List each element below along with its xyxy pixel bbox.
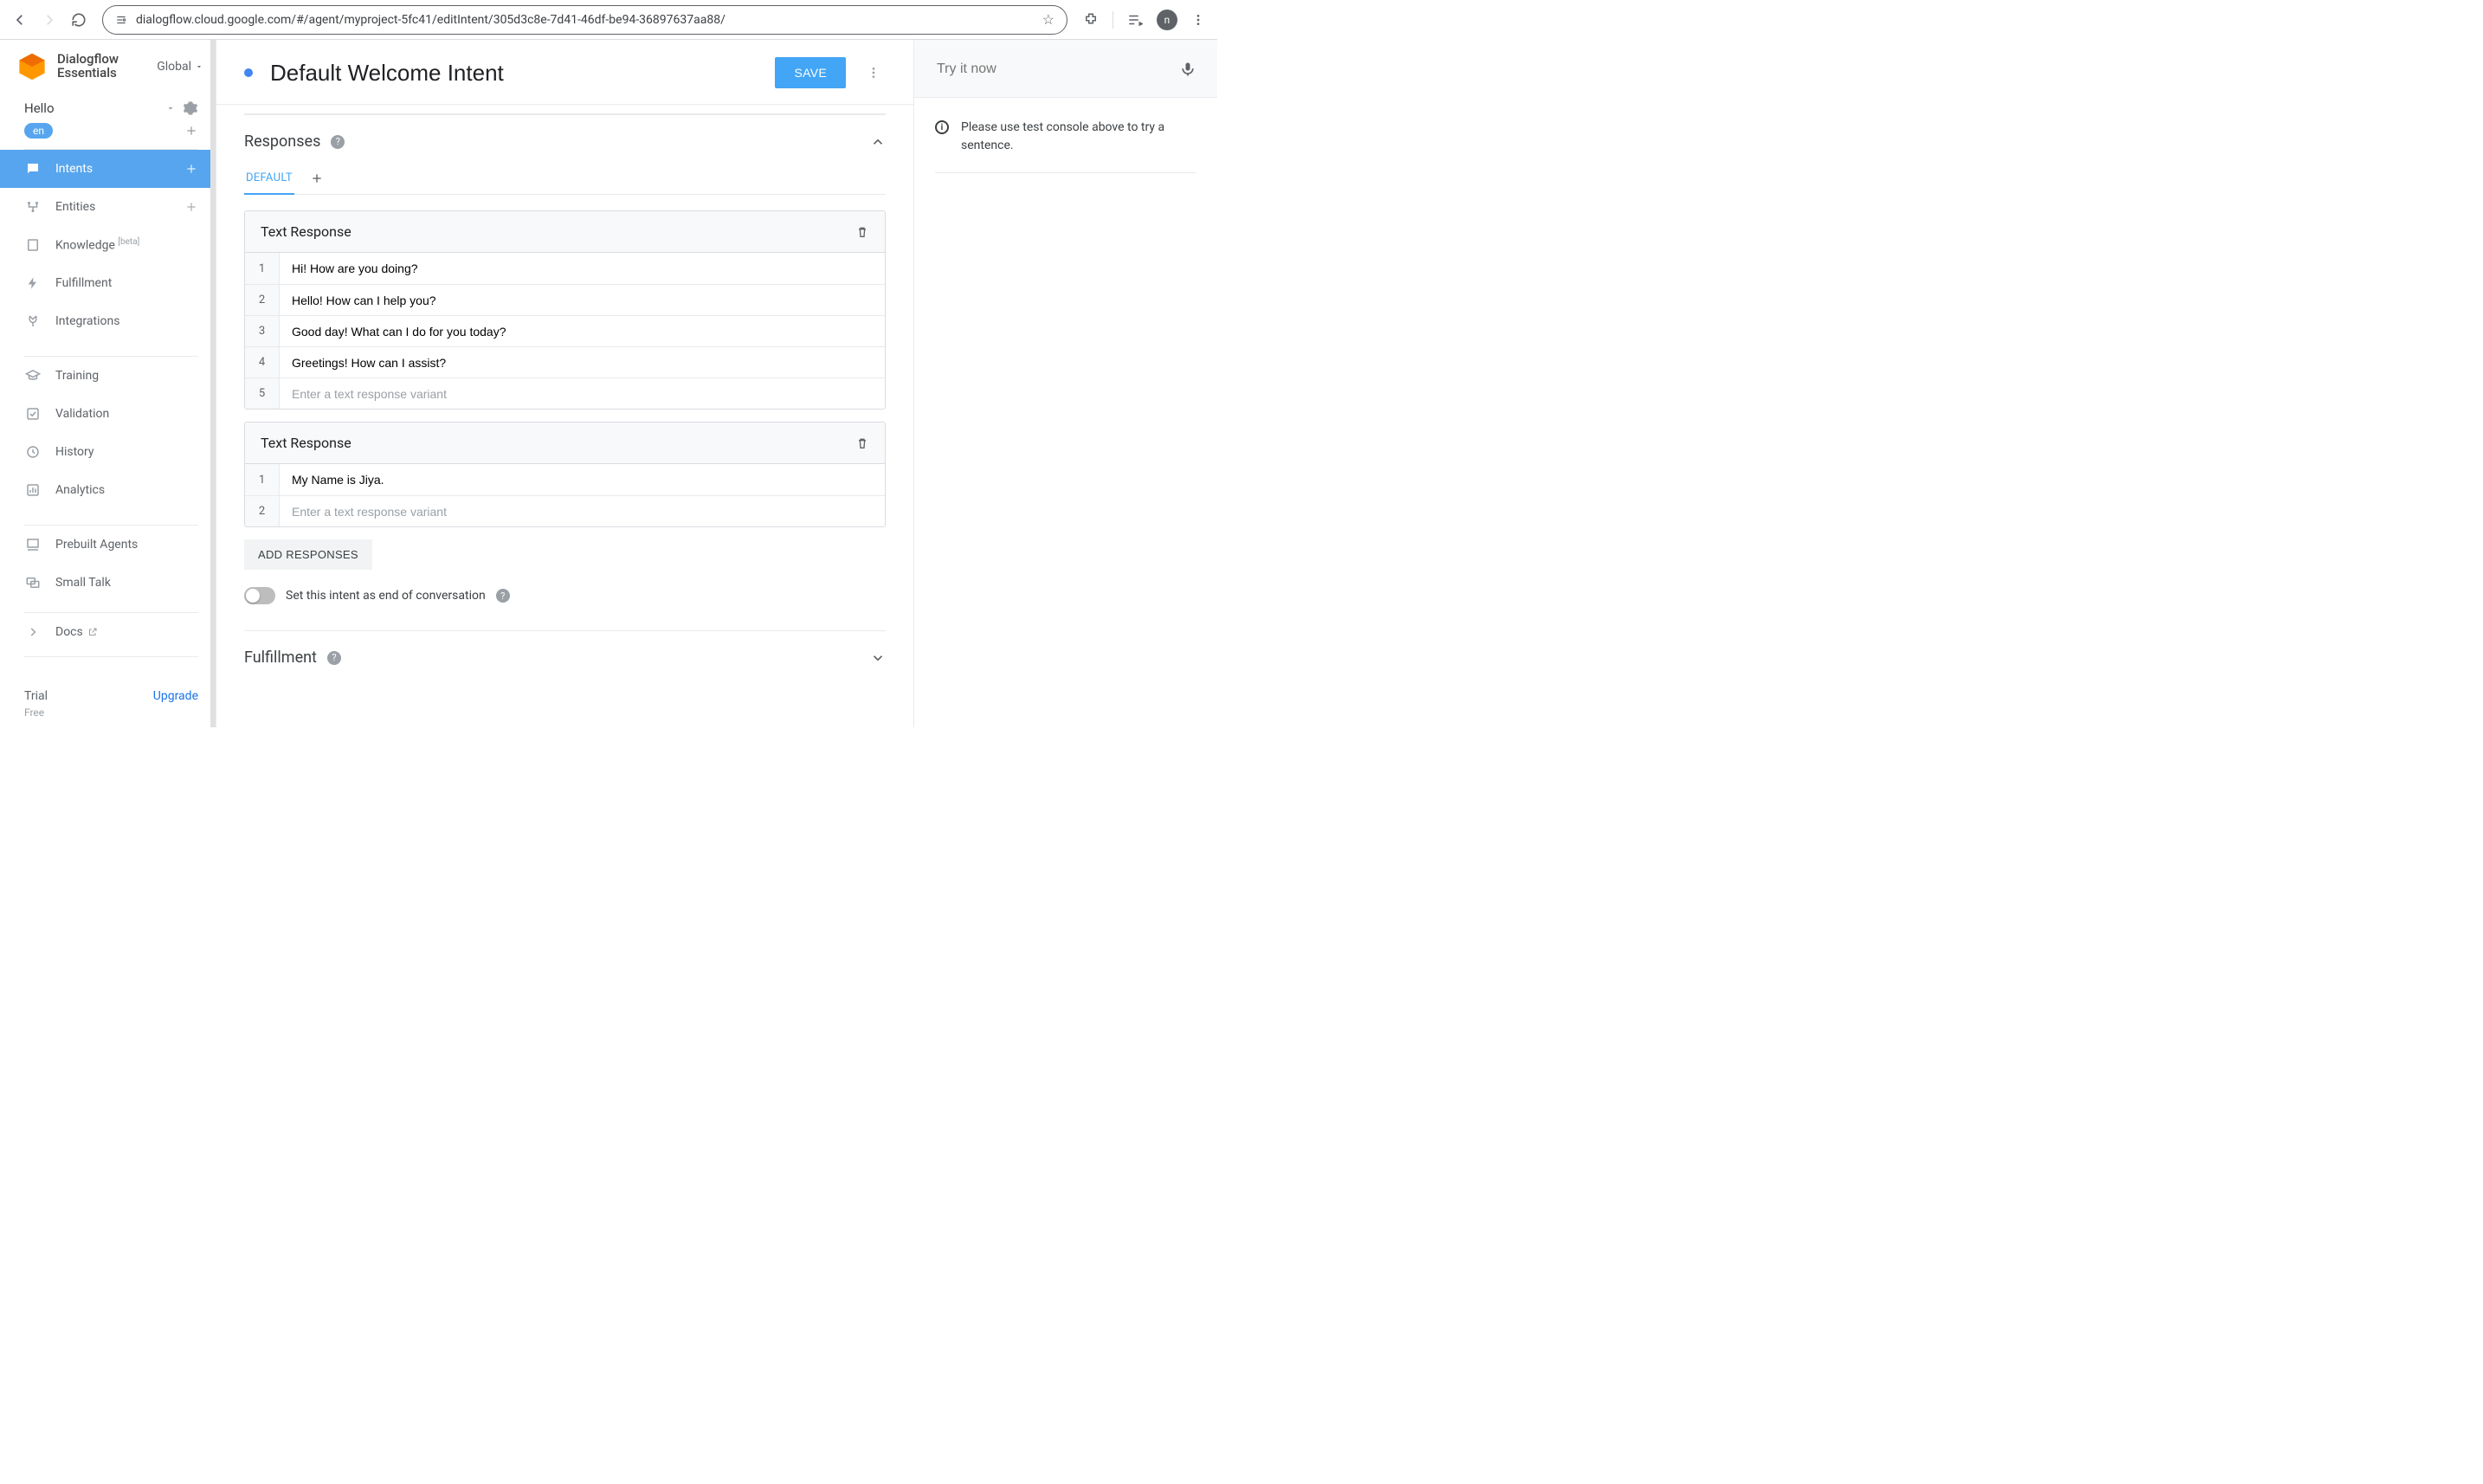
- dialogflow-logo-icon: [17, 52, 47, 81]
- sidebar-label-knowledge: Knowledge [beta]: [55, 237, 198, 253]
- response-variant-input[interactable]: [280, 255, 885, 282]
- history-icon: [24, 444, 42, 460]
- url-text: dialogflow.cloud.google.com/#/agent/mypr…: [136, 13, 1034, 27]
- training-icon: [24, 368, 42, 384]
- fulfillment-icon: [24, 276, 42, 290]
- extensions-icon[interactable]: [1083, 12, 1099, 28]
- prebuilt-agents-icon: [24, 537, 42, 552]
- sidebar-label-entities: Entities: [55, 200, 171, 214]
- add-language-icon[interactable]: [184, 124, 198, 138]
- sidebar-label-docs: Docs: [55, 625, 198, 639]
- add-entity-icon[interactable]: [184, 200, 198, 214]
- integrations-icon: [24, 313, 42, 329]
- expand-fulfillment-icon[interactable]: [870, 650, 886, 666]
- add-intent-icon[interactable]: [184, 162, 198, 176]
- sidebar-item-fulfillment[interactable]: Fulfillment: [0, 264, 216, 302]
- sidebar-item-prebuilt-agents[interactable]: Prebuilt Agents: [0, 526, 216, 564]
- tryit-panel: i Please use test console above to try a…: [914, 40, 1217, 727]
- sidebar-label-training: Training: [55, 369, 198, 383]
- help-icon[interactable]: ?: [496, 589, 510, 603]
- sidebar-label-validation: Validation: [55, 407, 198, 421]
- upgrade-link[interactable]: Upgrade: [153, 689, 198, 703]
- chrome-menu-icon[interactable]: [1191, 13, 1205, 27]
- sidebar-item-knowledge[interactable]: Knowledge [beta]: [0, 226, 216, 264]
- sidebar-item-validation[interactable]: Validation: [0, 395, 216, 433]
- end-of-conversation-toggle[interactable]: [244, 587, 275, 604]
- sidebar-item-small-talk[interactable]: Small Talk: [0, 564, 216, 602]
- browser-toolbar: dialogflow.cloud.google.com/#/agent/mypr…: [0, 0, 1217, 40]
- region-selector[interactable]: Global: [157, 60, 203, 74]
- sidebar-label-prebuilt: Prebuilt Agents: [55, 538, 198, 552]
- trial-sublabel: Free: [0, 707, 216, 727]
- main-content: SAVE Responses ? DEFAULT: [216, 40, 914, 727]
- sidebar-label-smalltalk: Small Talk: [55, 576, 198, 590]
- forward-icon: [42, 12, 57, 28]
- sidebar-item-integrations[interactable]: Integrations: [0, 302, 216, 340]
- entities-icon: [24, 199, 42, 215]
- microphone-icon[interactable]: [1179, 61, 1196, 78]
- chevron-down-icon[interactable]: [165, 103, 176, 113]
- analytics-icon: [24, 482, 42, 498]
- intents-icon: [24, 161, 42, 177]
- sidebar-item-training[interactable]: Training: [0, 357, 216, 395]
- response-variant-input[interactable]: [280, 466, 885, 494]
- fulfillment-section-title: Fulfillment: [244, 648, 317, 667]
- sidebar-scrollbar[interactable]: [210, 40, 216, 727]
- sidebar-label-integrations: Integrations: [55, 314, 198, 328]
- response-tab-default[interactable]: DEFAULT: [244, 163, 294, 195]
- intent-menu-icon[interactable]: [861, 66, 886, 80]
- response-variant-input[interactable]: [280, 349, 885, 377]
- sidebar-item-intents[interactable]: Intents: [0, 150, 216, 188]
- sidebar-label-analytics: Analytics: [55, 483, 198, 497]
- media-controls-icon[interactable]: [1127, 12, 1143, 28]
- sidebar-item-history[interactable]: History: [0, 433, 216, 471]
- intent-title-input[interactable]: [268, 59, 759, 87]
- agent-name[interactable]: Hello: [24, 100, 158, 116]
- tryit-divider: [935, 172, 1196, 173]
- site-settings-icon[interactable]: [115, 14, 127, 26]
- sidebar-item-docs[interactable]: Docs: [0, 613, 216, 651]
- response-variant-input-empty[interactable]: [280, 498, 885, 526]
- language-chip[interactable]: en: [24, 123, 53, 139]
- add-responses-button[interactable]: ADD RESPONSES: [244, 539, 372, 570]
- end-of-conversation-label: Set this intent as end of conversation: [286, 589, 486, 603]
- brand-name: Dialogflow Essentials: [57, 53, 119, 81]
- tryit-input[interactable]: [935, 61, 1171, 78]
- response-card: Text Response 1 2: [244, 422, 886, 527]
- response-variant-input-empty[interactable]: [280, 380, 885, 408]
- sidebar-label-fulfillment: Fulfillment: [55, 276, 198, 290]
- gear-icon[interactable]: [183, 100, 198, 116]
- bookmark-star-icon[interactable]: ☆: [1042, 11, 1054, 28]
- help-icon[interactable]: ?: [327, 651, 341, 665]
- chevron-right-icon: [24, 626, 42, 638]
- response-variant-input[interactable]: [280, 318, 885, 345]
- tryit-tip: Please use test console above to try a s…: [961, 119, 1196, 155]
- response-variant-input[interactable]: [280, 287, 885, 314]
- delete-response-card-icon[interactable]: [855, 436, 869, 450]
- help-icon[interactable]: ?: [331, 135, 345, 149]
- back-icon[interactable]: [12, 12, 28, 28]
- trial-label: Trial: [24, 689, 48, 703]
- response-card-title: Text Response: [261, 435, 351, 451]
- profile-avatar[interactable]: n: [1157, 10, 1177, 30]
- omnibox[interactable]: dialogflow.cloud.google.com/#/agent/mypr…: [102, 5, 1067, 35]
- sidebar: Dialogflow Essentials Global Hello en: [0, 40, 216, 727]
- small-talk-icon: [24, 575, 42, 590]
- response-card: Text Response 1 2 3 4 5: [244, 210, 886, 410]
- responses-section-title: Responses: [244, 132, 320, 151]
- sidebar-item-entities[interactable]: Entities: [0, 188, 216, 226]
- reload-icon[interactable]: [71, 12, 87, 28]
- save-button[interactable]: SAVE: [775, 57, 846, 88]
- info-icon: i: [935, 120, 949, 134]
- unsaved-indicator: [244, 68, 253, 77]
- validation-icon: [24, 406, 42, 422]
- add-response-tab-icon[interactable]: [310, 171, 324, 185]
- knowledge-icon: [24, 237, 42, 253]
- delete-response-card-icon[interactable]: [855, 225, 869, 239]
- sidebar-item-analytics[interactable]: Analytics: [0, 471, 216, 509]
- sidebar-label-history: History: [55, 445, 198, 459]
- sidebar-label-intents: Intents: [55, 162, 171, 176]
- response-card-title: Text Response: [261, 223, 351, 240]
- collapse-responses-icon[interactable]: [870, 134, 886, 150]
